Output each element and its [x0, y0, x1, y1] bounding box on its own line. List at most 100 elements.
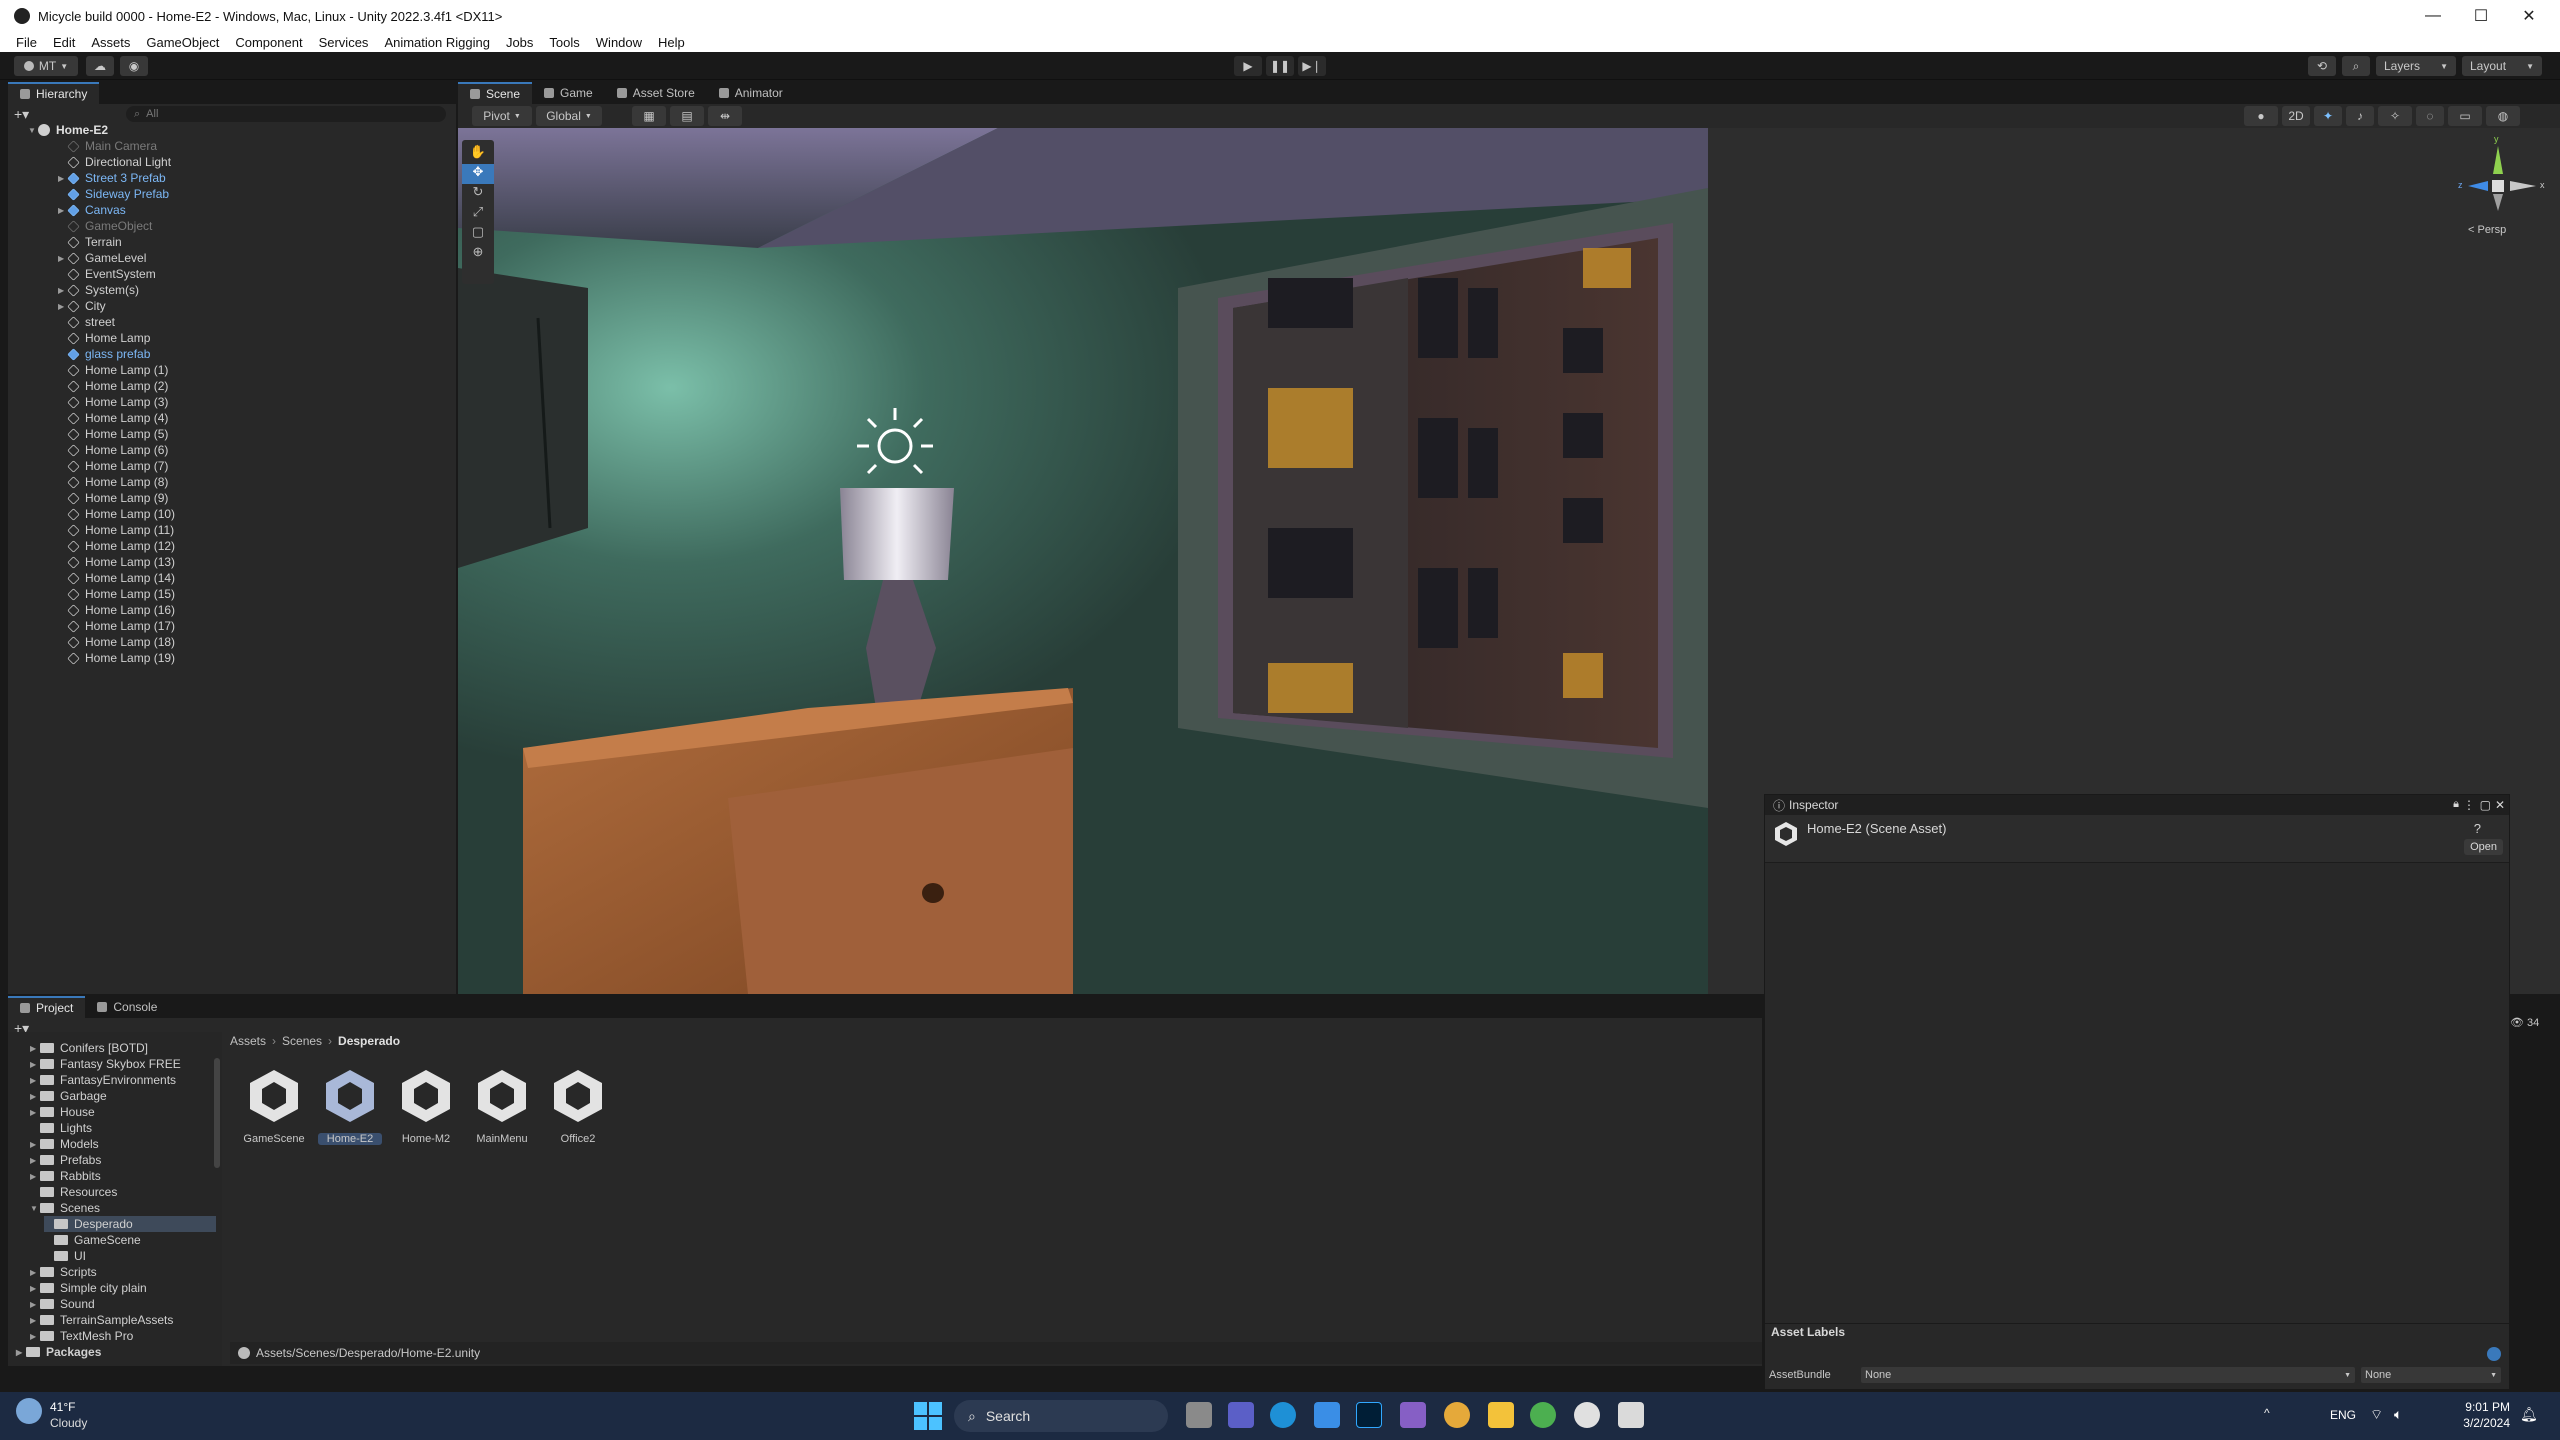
expand-arrow-icon[interactable]: ▼ [30, 1204, 40, 1213]
maximize-button[interactable]: ☐ [2458, 0, 2504, 32]
close-icon[interactable]: ✕ [2495, 798, 2505, 812]
tab-project[interactable]: Project [8, 996, 86, 1018]
menu-gameobject[interactable]: GameObject [146, 35, 219, 50]
hierarchy-item[interactable]: Home Lamp (13) [58, 554, 175, 570]
scene-root[interactable]: ▼ Home-E2 [28, 122, 108, 138]
clock-date[interactable]: 3/2/2024 [2440, 1416, 2510, 1430]
menu-jobs[interactable]: Jobs [506, 35, 533, 50]
expand-arrow-icon[interactable]: ▶ [30, 1268, 40, 1277]
hierarchy-item[interactable]: EventSystem [58, 266, 156, 282]
hierarchy-search-input[interactable]: ⌕ All [126, 106, 446, 122]
folder-item[interactable]: ▶ Sound [30, 1296, 216, 1312]
2d-toggle[interactable]: 2D [2282, 106, 2310, 126]
folder-item[interactable]: ▶ Packages [16, 1344, 216, 1360]
tray-chevron-icon[interactable]: ^ [2264, 1406, 2270, 1420]
folder-item[interactable]: ▶ Prefabs [30, 1152, 216, 1168]
breadcrumb-desperado[interactable]: Desperado [338, 1034, 400, 1048]
hierarchy-item[interactable]: Sideway Prefab [58, 186, 169, 202]
expand-arrow-icon[interactable]: ▶ [30, 1140, 40, 1149]
asset-tile[interactable]: Home-M2 [394, 1068, 458, 1145]
add-icon[interactable]: +▾ [14, 106, 38, 122]
persp-label[interactable]: < Persp [2468, 224, 2506, 236]
weather-icon[interactable] [16, 1398, 42, 1424]
tab-asset-store[interactable]: Asset Store [605, 82, 707, 104]
hierarchy-item[interactable]: Home Lamp (8) [58, 474, 168, 490]
hierarchy-item[interactable]: Home Lamp (2) [58, 378, 168, 394]
tab-hierarchy[interactable]: Hierarchy [8, 82, 100, 104]
grid-visibility-icon[interactable]: ▤ [670, 106, 704, 126]
tab-game[interactable]: Game [532, 82, 605, 104]
scale-tool-icon[interactable]: ⤢ [462, 204, 494, 224]
folder-item[interactable]: Desperado [44, 1216, 216, 1232]
hierarchy-item[interactable]: ▶ City [58, 298, 106, 314]
folder-item[interactable]: Resources [30, 1184, 216, 1200]
hierarchy-item[interactable]: ▶ Street 3 Prefab [58, 170, 166, 186]
layout-dropdown[interactable]: Layout ▼ [2462, 56, 2542, 76]
minimize-button[interactable]: — [2410, 0, 2456, 32]
folder-item[interactable]: ▶ Models [30, 1136, 216, 1152]
folder-item[interactable]: ▶ House [30, 1104, 216, 1120]
menu-animation-rigging[interactable]: Animation Rigging [384, 35, 490, 50]
folder-item[interactable]: Lights [30, 1120, 216, 1136]
rotate-tool-icon[interactable]: ↻ [462, 184, 494, 204]
hidden-objects-icon[interactable]: ◌ [2416, 106, 2444, 126]
teams-icon[interactable] [1228, 1402, 1254, 1428]
windows-start-icon[interactable] [914, 1402, 942, 1430]
volume-icon[interactable]: 🔈︎ [2394, 1406, 2402, 1423]
search-icon[interactable]: ⌕ [2342, 56, 2370, 76]
tab-animator[interactable]: Animator [707, 82, 795, 104]
hierarchy-item[interactable]: Home Lamp (10) [58, 506, 175, 522]
hierarchy-item[interactable]: Home Lamp (3) [58, 394, 168, 410]
asset-tile[interactable]: MainMenu [470, 1068, 534, 1145]
hierarchy-item[interactable]: Home Lamp (11) [58, 522, 174, 538]
pause-button[interactable]: ❚❚ [1266, 56, 1294, 76]
hierarchy-item[interactable]: Home Lamp (6) [58, 442, 168, 458]
asset-bundle-variant-dropdown[interactable]: None ▼ [2361, 1367, 2501, 1383]
unity-editor-icon[interactable] [1618, 1402, 1644, 1428]
language-indicator[interactable]: ENG [2330, 1408, 2356, 1422]
taskbar-search[interactable]: ⌕ Search [954, 1400, 1168, 1432]
expand-arrow-icon[interactable]: ▶ [16, 1348, 26, 1357]
audio-icon[interactable]: ♪ [2346, 106, 2374, 126]
collab-icon[interactable]: ◉ [120, 56, 148, 76]
hierarchy-item[interactable]: Home Lamp (18) [58, 634, 175, 650]
edge-icon[interactable] [1270, 1402, 1296, 1428]
task-view-icon[interactable] [1186, 1402, 1212, 1428]
visual-studio-icon[interactable] [1400, 1402, 1426, 1428]
hand-tool-icon[interactable]: ✋ [462, 144, 494, 164]
transform-tool-icon[interactable]: ⊕ [462, 244, 494, 264]
hierarchy-item[interactable]: Home Lamp (16) [58, 602, 175, 618]
hierarchy-item[interactable]: Home Lamp (17) [58, 618, 175, 634]
hierarchy-item[interactable]: street [58, 314, 115, 330]
folder-item[interactable]: ▶ Fantasy Skybox FREE [30, 1056, 216, 1072]
hierarchy-item[interactable]: Home Lamp (5) [58, 426, 168, 442]
label-icon[interactable] [2487, 1347, 2501, 1361]
folder-item[interactable]: ▶ TextMesh Pro [30, 1328, 216, 1344]
folder-item[interactable]: ▶ Simple city plain [30, 1280, 216, 1296]
chrome-canary-icon[interactable] [1530, 1402, 1556, 1428]
hierarchy-item[interactable]: Home Lamp (1) [58, 362, 168, 378]
hierarchy-item[interactable]: Home Lamp [58, 330, 150, 346]
hierarchy-item[interactable]: Main Camera [58, 138, 157, 154]
expand-arrow-icon[interactable]: ▶ [30, 1172, 40, 1181]
expand-arrow-icon[interactable]: ▶ [30, 1044, 40, 1053]
increment-snap-icon[interactable]: ⇹ [708, 106, 742, 126]
store-icon[interactable] [1314, 1402, 1340, 1428]
step-button[interactable]: ▶❘ [1298, 56, 1326, 76]
global-dropdown[interactable]: Global ▼ [536, 106, 602, 126]
menu-edit[interactable]: Edit [53, 35, 75, 50]
folder-item[interactable]: ▶ TerrainSampleAssets [30, 1312, 216, 1328]
wifi-icon[interactable]: ⌔ [2370, 1406, 2383, 1424]
hierarchy-item[interactable]: Terrain [58, 234, 122, 250]
tab-console[interactable]: Console [85, 996, 169, 1018]
account-button[interactable]: MT ▼ [14, 56, 78, 76]
chrome-icon[interactable] [1444, 1402, 1470, 1428]
more-icon[interactable]: ⋮ [2463, 798, 2475, 812]
draw-mode-icon[interactable]: ● [2244, 106, 2278, 126]
hierarchy-item[interactable]: Home Lamp (15) [58, 586, 175, 602]
hierarchy-item[interactable]: GameObject [58, 218, 152, 234]
move-tool-icon[interactable]: ✥ [462, 164, 494, 184]
hierarchy-item[interactable]: ▶ Canvas [58, 202, 126, 218]
expand-arrow-icon[interactable]: ▶ [30, 1108, 40, 1117]
hierarchy-item[interactable]: Home Lamp (12) [58, 538, 175, 554]
